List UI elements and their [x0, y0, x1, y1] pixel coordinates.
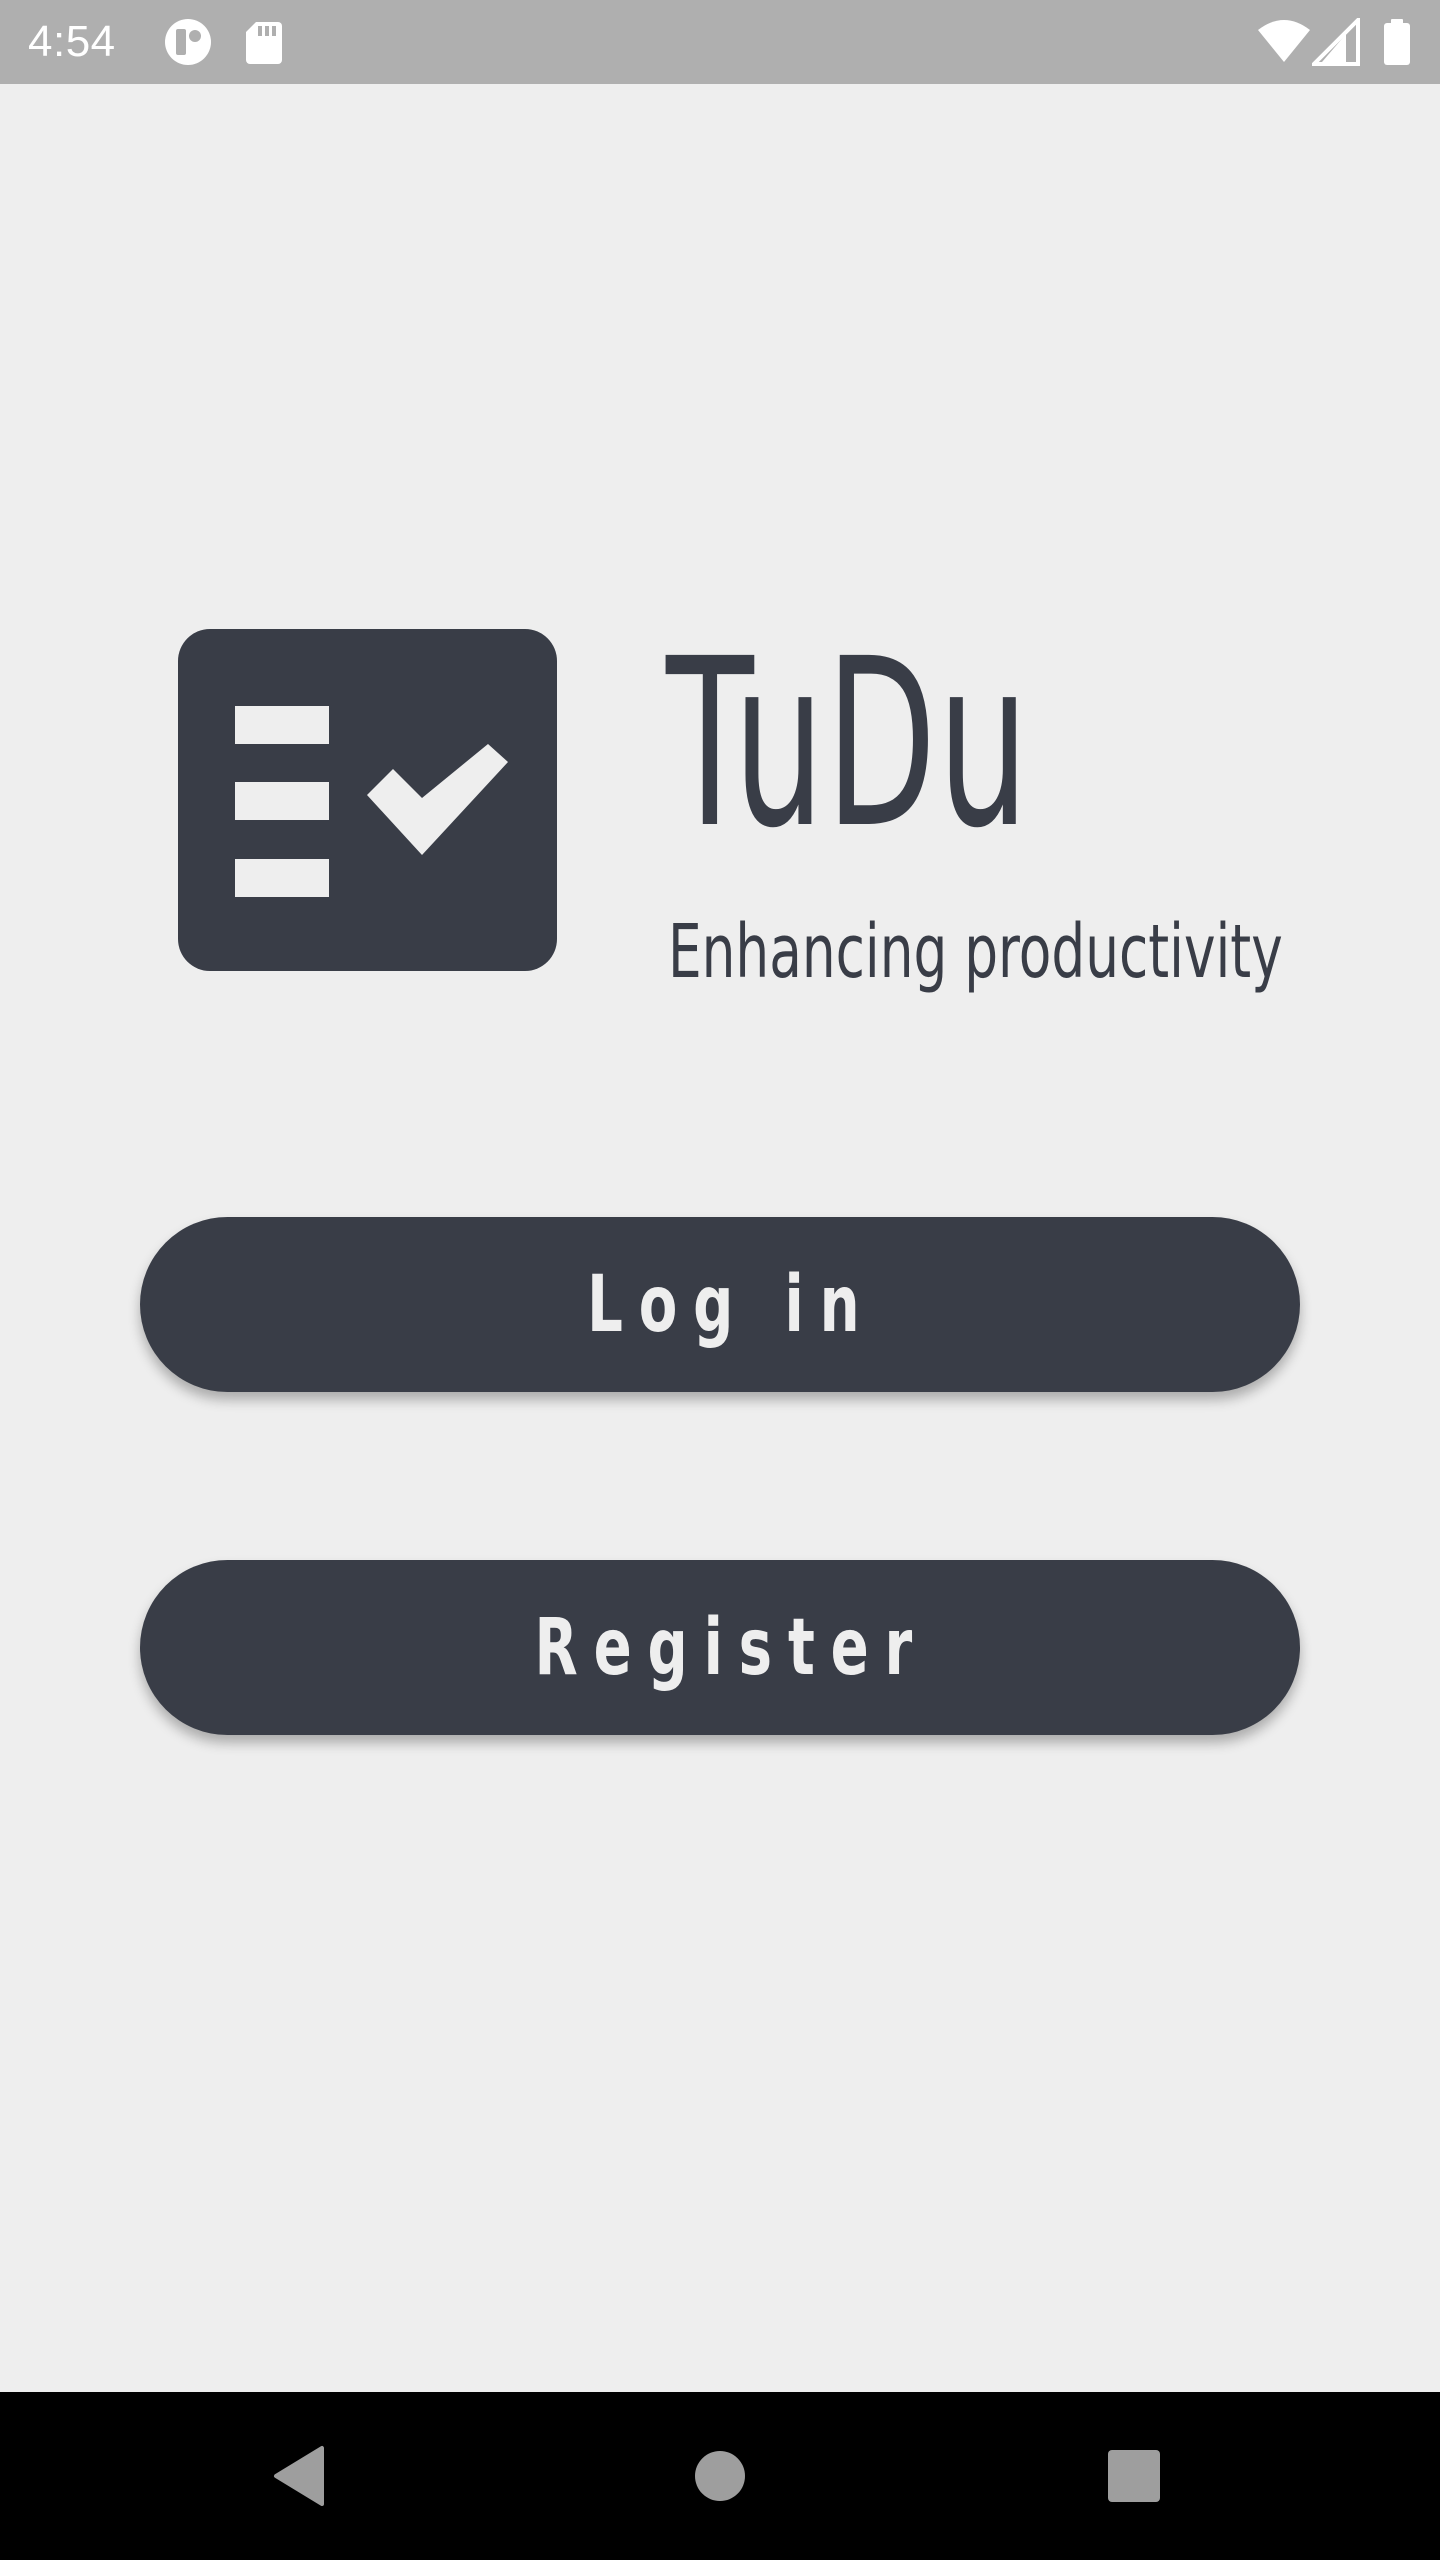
register-button-label: Register	[534, 1602, 928, 1693]
checklist-icon	[178, 629, 557, 971]
home-icon	[695, 2451, 745, 2501]
wifi-icon	[1256, 18, 1312, 66]
status-bar: 4:54	[0, 0, 1440, 84]
cast-app-icon	[162, 18, 214, 66]
navigation-bar	[0, 2392, 1440, 2560]
home-button[interactable]	[640, 2392, 800, 2560]
app-subtitle: Enhancing productivity	[668, 909, 1283, 995]
sd-card-icon	[244, 18, 284, 66]
login-button[interactable]: Log in	[140, 1217, 1300, 1392]
recents-icon	[1108, 2450, 1160, 2502]
register-button[interactable]: Register	[140, 1560, 1300, 1735]
app-title: TuDu	[666, 609, 1031, 879]
cell-signal-icon	[1312, 18, 1360, 66]
back-icon	[274, 2446, 324, 2506]
login-button-label: Log in	[586, 1259, 876, 1350]
back-button[interactable]	[220, 2392, 380, 2560]
battery-icon	[1382, 18, 1412, 66]
recents-button[interactable]	[1054, 2392, 1214, 2560]
status-time: 4:54	[28, 17, 116, 66]
